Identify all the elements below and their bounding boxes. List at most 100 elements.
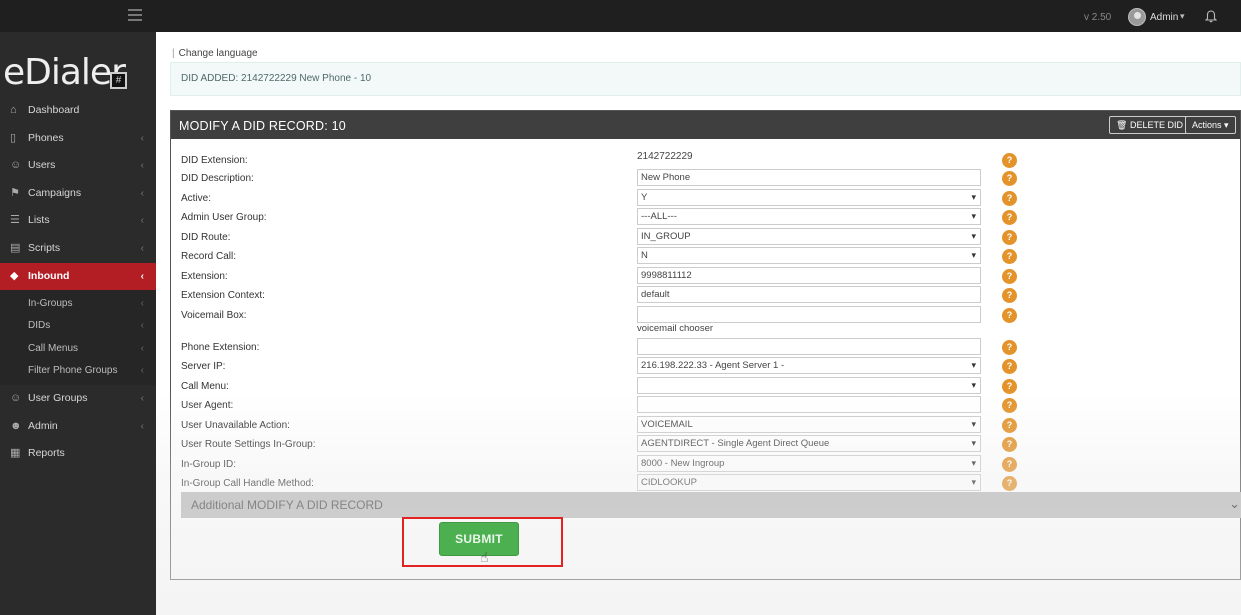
field-label: DID Extension:	[181, 155, 248, 166]
help-icon[interactable]: ?	[1002, 153, 1017, 168]
field-label: Voicemail Box:	[181, 310, 247, 321]
field-label: DID Description:	[181, 173, 254, 184]
call-handle-method-select[interactable]: CIDLOOKUP	[637, 474, 981, 491]
help-icon[interactable]: ?	[1002, 437, 1017, 452]
additional-section-toggle[interactable]: Additional MODIFY A DID RECORD ⌄	[181, 492, 1241, 518]
sidebar-item-dashboard[interactable]: ⌂ Dashboard	[0, 97, 156, 125]
user-agent-input[interactable]	[637, 396, 981, 413]
did-description-input[interactable]: New Phone	[637, 169, 981, 186]
phone-icon: ▯	[10, 131, 17, 144]
delete-did-label: DELETE DID	[1129, 120, 1183, 130]
extension-context-input[interactable]: default	[637, 286, 981, 303]
home-icon: ⌂	[10, 104, 17, 116]
call-menu-select[interactable]	[637, 377, 981, 394]
report-icon: ▦	[10, 447, 21, 460]
sidebar-nav: ⌂ Dashboard ▯ Phones ‹ ☺ Users ‹ ⚑ Campa…	[0, 97, 156, 468]
voicemail-chooser-link[interactable]: voicemail chooser	[637, 323, 713, 334]
user-menu-label[interactable]: Admin	[1150, 12, 1178, 23]
extension-input[interactable]: 9998811112	[637, 267, 981, 284]
active-select[interactable]: Y	[637, 189, 981, 206]
flag-icon: ⚑	[10, 186, 20, 199]
menu-toggle-icon[interactable]	[128, 9, 142, 21]
version-label: v 2.50	[1084, 12, 1112, 23]
help-icon[interactable]: ?	[1002, 191, 1017, 206]
chevron-left-icon: ‹	[140, 215, 144, 227]
sidebar-item-dids[interactable]: DIDs ‹	[0, 315, 156, 337]
help-icon[interactable]: ?	[1002, 457, 1017, 472]
help-icon[interactable]: ?	[1002, 249, 1017, 264]
chevron-left-icon: ‹	[140, 364, 144, 376]
sidebar-item-filter-phone-groups[interactable]: Filter Phone Groups ‹	[0, 360, 156, 382]
submit-button[interactable]: SUBMIT	[439, 522, 519, 556]
help-icon[interactable]: ?	[1002, 359, 1017, 374]
sidebar-item-phones[interactable]: ▯ Phones ‹	[0, 125, 156, 153]
chevron-left-icon: ‹	[140, 270, 144, 282]
sidebar-item-users[interactable]: ☺ Users ‹	[0, 152, 156, 180]
sidebar-item-scripts[interactable]: ▤ Scripts ‹	[0, 235, 156, 263]
delete-did-button[interactable]: 🗑 DELETE DID	[1109, 116, 1190, 134]
sidebar-item-label: Campaigns	[28, 186, 82, 199]
record-call-select[interactable]: N	[637, 247, 981, 264]
field-label: Active:	[181, 193, 212, 204]
chevron-left-icon: ‹	[140, 242, 144, 254]
help-icon[interactable]: ?	[1002, 171, 1017, 186]
chevron-left-icon: ‹	[140, 132, 144, 144]
field-label: Extension Context:	[181, 290, 265, 301]
field-voicemail-box: Voicemail Box: ?	[171, 306, 1241, 324]
admin-user-group-select[interactable]: ---ALL---	[637, 208, 981, 225]
chevron-left-icon: ‹	[140, 420, 144, 432]
help-icon[interactable]: ?	[1002, 476, 1017, 491]
sidebar-item-inbound[interactable]: ◆ Inbound ‹	[0, 262, 156, 291]
divider: |	[172, 48, 175, 59]
help-icon[interactable]: ?	[1002, 379, 1017, 394]
sidebar-item-label: Call Menus	[28, 342, 79, 354]
help-icon[interactable]: ?	[1002, 308, 1017, 323]
in-group-id-select[interactable]: 8000 - New Ingroup	[637, 455, 981, 472]
chevron-down-icon[interactable]: ▾	[1180, 11, 1185, 22]
sidebar-item-call-menus[interactable]: Call Menus ‹	[0, 338, 156, 360]
help-icon[interactable]: ?	[1002, 288, 1017, 303]
sidebar-item-lists[interactable]: ☰ Lists ‹	[0, 207, 156, 235]
sidebar-item-admin[interactable]: ☻ Admin ‹	[0, 413, 156, 441]
field-did-extension: DID Extension: 2142722229 ?	[171, 151, 1241, 169]
sidebar-item-label: Dashboard	[28, 104, 80, 116]
diamond-icon: ◆	[10, 269, 19, 282]
user-route-settings-select[interactable]: AGENTDIRECT - Single Agent Direct Queue	[637, 435, 981, 452]
field-label: Admin User Group:	[181, 212, 267, 223]
field-label: User Agent:	[181, 400, 234, 411]
field-label: In-Group Call Handle Method:	[181, 478, 314, 489]
logo-badge-icon: #	[110, 72, 127, 89]
help-icon[interactable]: ?	[1002, 269, 1017, 284]
field-label: User Route Settings In-Group:	[181, 439, 316, 450]
actions-dropdown[interactable]: Actions ▾	[1185, 116, 1236, 134]
did-route-select[interactable]: IN_GROUP	[637, 228, 981, 245]
change-language: | Change language	[172, 48, 258, 59]
sidebar-item-campaigns[interactable]: ⚑ Campaigns ‹	[0, 180, 156, 208]
logo-text: eDialer	[3, 52, 126, 93]
sidebar: eDialer # ⌂ Dashboard ▯ Phones ‹ ☺ Users…	[0, 32, 156, 615]
chevron-left-icon: ‹	[140, 392, 144, 404]
help-icon[interactable]: ?	[1002, 230, 1017, 245]
help-icon[interactable]: ?	[1002, 418, 1017, 433]
user-unavailable-action-select[interactable]: VOICEMAIL	[637, 416, 981, 433]
sidebar-item-user-groups[interactable]: ☺ User Groups ‹	[0, 385, 156, 413]
voicemail-box-input[interactable]	[637, 306, 981, 323]
field-in-group-call-handle-method: In-Group Call Handle Method: CIDLOOKUP ?	[171, 474, 1241, 492]
bell-icon[interactable]	[1205, 10, 1217, 23]
sidebar-item-label: DIDs	[28, 320, 51, 332]
field-user-unavailable-action: User Unavailable Action: VOICEMAIL ?	[171, 416, 1241, 434]
change-language-link[interactable]: Change language	[179, 48, 258, 59]
chevron-left-icon: ‹	[140, 298, 144, 310]
sidebar-item-reports[interactable]: ▦ Reports	[0, 440, 156, 468]
sidebar-item-label: Inbound	[28, 269, 70, 282]
modify-did-panel: MODIFY A DID RECORD: 10 🗑 DELETE DID Act…	[170, 110, 1241, 580]
help-icon[interactable]: ?	[1002, 340, 1017, 355]
sidebar-item-in-groups[interactable]: In-Groups ‹	[0, 293, 156, 315]
field-extension-context: Extension Context: default ?	[171, 286, 1241, 304]
inbound-submenu: In-Groups ‹ DIDs ‹ Call Menus ‹ Filter P…	[0, 290, 156, 385]
help-icon[interactable]: ?	[1002, 210, 1017, 225]
help-icon[interactable]: ?	[1002, 398, 1017, 413]
avatar[interactable]	[1128, 8, 1146, 26]
phone-extension-input[interactable]	[637, 338, 981, 355]
server-ip-select[interactable]: 216.198.222.33 - Agent Server 1 -	[637, 357, 981, 374]
